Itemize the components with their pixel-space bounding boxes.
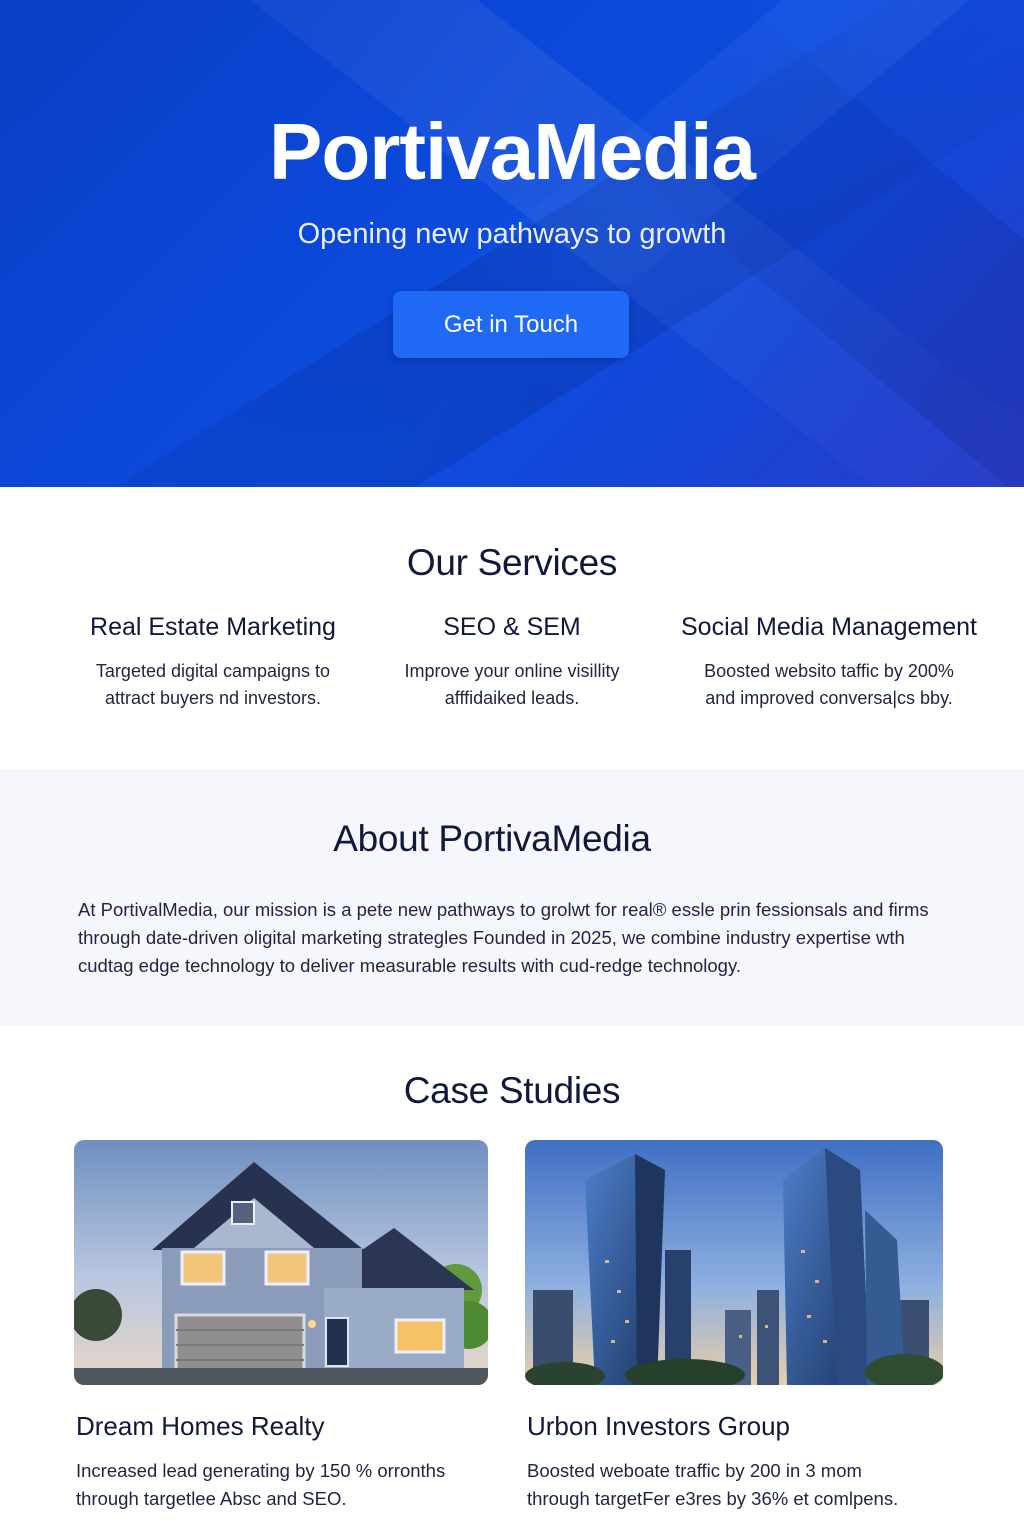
city-skyscrapers-photo — [525, 1140, 943, 1385]
about-heading: About PortivaMedia — [333, 818, 651, 859]
about-line: cudtag edge technology to deliver measur… — [78, 955, 741, 976]
service-description-line: attract buyers nd investors. — [104, 688, 322, 708]
case-study-line: through targetlee Absc and SEO. — [76, 1488, 347, 1509]
service-description: Improve your online visillity afffidaike… — [347, 658, 677, 712]
service-title: Social Media Management — [681, 613, 977, 641]
case-studies-heading: Case Studies — [403, 1070, 621, 1111]
service-title: Real Estate Marketing — [90, 613, 336, 641]
about-paragraph: At PortivalMedia, our mission is a pete … — [78, 896, 958, 980]
case-study-card-urbon-investors[interactable]: Urbon Investors Group Boosted weboate tr… — [525, 1140, 943, 1513]
service-description-line: Improve your online visillity — [404, 661, 620, 681]
service-description-line: Targeted digital campaigns to — [95, 661, 331, 681]
service-card-real-estate-marketing: Real Estate Marketing Targeted digital c… — [48, 610, 378, 712]
service-title: SEO & SEM — [443, 613, 581, 641]
get-in-touch-button[interactable]: Get in Touch — [393, 291, 629, 358]
case-study-title: Urbon Investors Group — [527, 1411, 791, 1441]
case-study-title: Dream Homes Realty — [76, 1411, 325, 1441]
about-line: At PortivalMedia, our mission is a pete … — [78, 899, 929, 920]
case-study-description: Boosted weboate traffic by 200 in 3 mom … — [525, 1457, 943, 1513]
about-line: through date-driven oligital marketing s… — [78, 927, 905, 948]
case-study-line: through targetFer e3res by 36% et comlpe… — [527, 1488, 899, 1509]
service-description: Boosted websito taffic by 200% and impro… — [664, 658, 994, 712]
hero-banner: PortivaMedia Opening new pathways to gro… — [0, 0, 1024, 487]
service-description-line: afffidaiked leads. — [444, 688, 580, 708]
services-heading: Our Services — [406, 542, 618, 583]
case-study-description: Increased lead generating by 150 % orron… — [74, 1457, 488, 1513]
hero-tagline: Opening new pathways to growth — [297, 218, 727, 250]
service-description-line: Boosted websito taffic by 200% — [704, 661, 954, 681]
case-study-line: Boosted weboate traffic by 200 in 3 mom — [527, 1460, 862, 1481]
suburban-house-photo — [74, 1140, 488, 1385]
service-description-line: and improved conversa|cs bby. — [705, 688, 953, 708]
brand-title: PortivaMedia — [269, 107, 756, 196]
case-study-card-dream-homes[interactable]: Dream Homes Realty Increased lead genera… — [74, 1140, 488, 1513]
service-card-seo-sem: SEO & SEM Improve your online visillity … — [347, 610, 677, 712]
service-description: Targeted digital campaigns to attract bu… — [48, 658, 378, 712]
case-study-line: Increased lead generating by 150 % orron… — [76, 1460, 446, 1481]
service-card-social-media-management: Social Media Management Boosted websito … — [664, 610, 994, 712]
